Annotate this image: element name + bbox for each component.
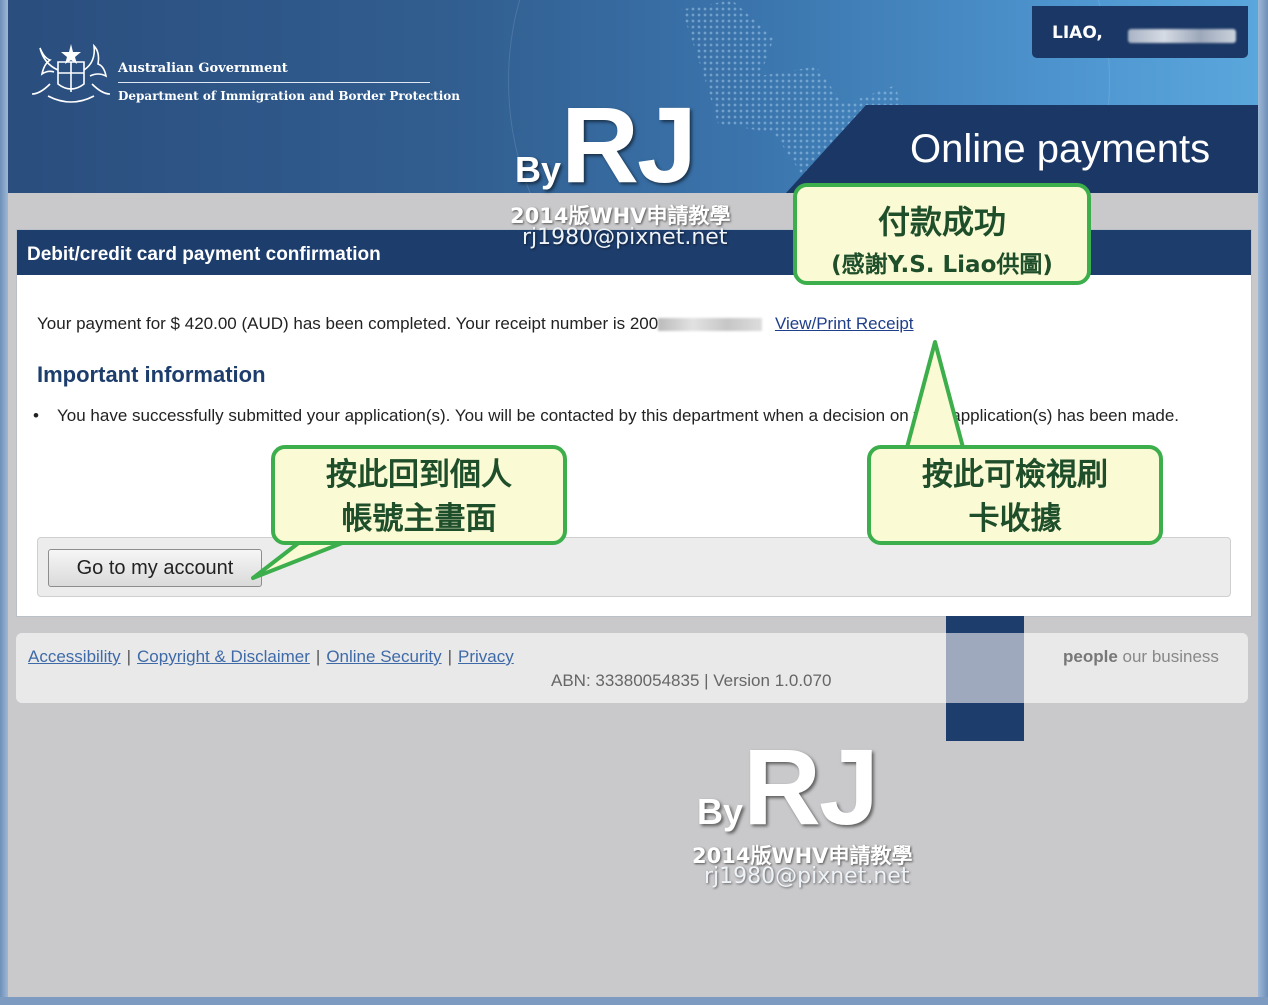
watermark-rj: RJ [743, 726, 879, 847]
go-account-line2: 帳號主畫面 [341, 501, 497, 537]
payment-success-callout: 付款成功 (感謝Y.S. Liao供圖) [793, 183, 1091, 285]
watermark-email-top: rj1980@pixnet.net [522, 225, 728, 250]
receipt-line1: 按此可檢視刷 [922, 457, 1108, 493]
watermark-email-bottom: rj1980@pixnet.net [704, 864, 910, 889]
success-credit: (感謝Y.S. Liao供圖) [831, 252, 1053, 278]
watermark-by: By [515, 149, 562, 190]
success-title: 付款成功 [877, 203, 1006, 241]
watermark-rj: RJ [561, 84, 697, 205]
receipt-line2: 卡收據 [968, 501, 1062, 537]
watermark-logo-top: ByRJ [515, 91, 697, 199]
watermark-by: By [697, 791, 744, 832]
go-account-callout: 按此回到個人 帳號主畫面 [271, 445, 567, 545]
receipt-callout: 按此可檢視刷 卡收據 [867, 445, 1163, 545]
go-account-line1: 按此回到個人 [326, 457, 512, 493]
watermark-logo-bottom: ByRJ [697, 733, 879, 841]
